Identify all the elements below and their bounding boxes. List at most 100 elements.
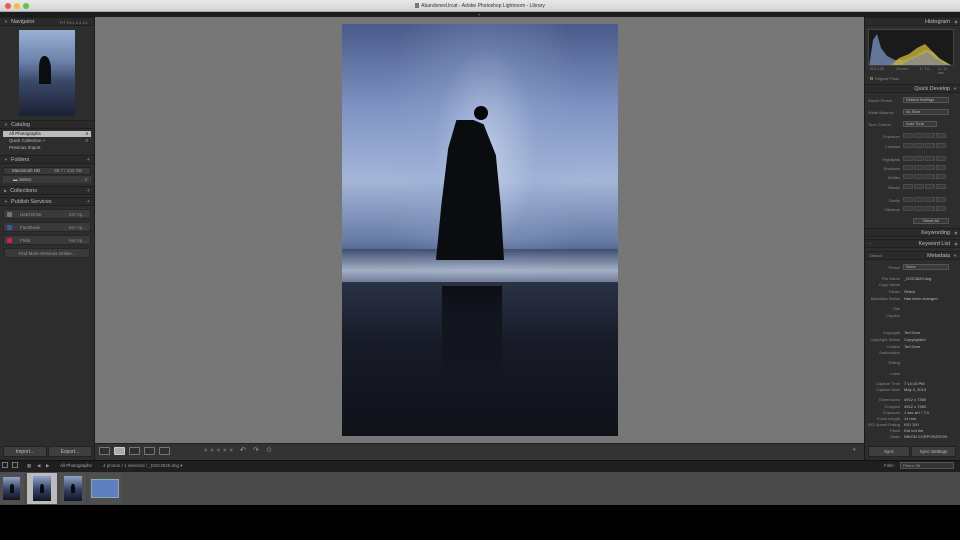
rotate-right-icon[interactable]: ↷ — [253, 446, 259, 454]
hard-drive-setup-link[interactable]: Set Up... — [68, 210, 86, 219]
meta-value-creator[interactable]: Ted Gore — [904, 344, 920, 349]
filter-label: Filter : — [884, 463, 897, 468]
qd-shadows-buttons[interactable] — [903, 165, 946, 170]
filmstrip-thumb-3[interactable] — [60, 473, 86, 504]
histogram-header[interactable]: Histogram ◀ — [865, 17, 960, 26]
loupe-view-icon[interactable] — [114, 447, 125, 455]
qd-exposure-buttons[interactable] — [903, 133, 946, 138]
tone-control-label: Tone Control — [868, 122, 891, 127]
original-photo-checkbox[interactable] — [870, 77, 873, 80]
folder-select[interactable]: ▬ Select 4 — [3, 176, 91, 183]
qd-clarity-buttons[interactable] — [903, 197, 946, 202]
navigator-preview[interactable] — [19, 30, 75, 116]
publish-service-flickr[interactable]: Flickr Set Up... — [3, 235, 91, 245]
meta-label-label: Label — [890, 371, 900, 376]
publish-service-hard-drive[interactable]: Hard Drive Set Up... — [3, 209, 91, 219]
keywording-header[interactable]: Keywording ◀ — [865, 228, 960, 237]
catalog-header[interactable]: ▼ Catalog — [0, 120, 94, 129]
folders-header[interactable]: ▼ Folders + — [0, 155, 94, 164]
meta-value-capture-time: 7:14:15 PM — [904, 381, 925, 386]
survey-view-icon[interactable] — [144, 447, 155, 455]
filmstrip-thumb-4[interactable] — [89, 473, 121, 504]
expand-triangle-icon: ◀ — [953, 230, 957, 235]
metadata-view-mode[interactable]: Default — [869, 252, 882, 260]
publish-services-header[interactable]: ▼ Publish Services + — [0, 197, 94, 206]
qd-highlights-buttons[interactable] — [903, 156, 946, 161]
import-button[interactable]: Import... — [3, 446, 47, 457]
meta-value-file-name[interactable]: _DSC3629.dng — [904, 276, 931, 281]
auto-tone-button[interactable]: Auto Tone — [903, 121, 937, 127]
volume-macintosh-hd[interactable]: Macintosh HD 95.7 / 233 GB — [3, 167, 91, 175]
spray-can-icon[interactable]: ⊙ — [266, 446, 272, 454]
qd-vibrance-buttons[interactable] — [903, 206, 946, 211]
grid-icon[interactable]: ▦ — [27, 462, 31, 470]
filmstrip-thumb-2-selected[interactable] — [27, 473, 57, 504]
people-view-icon[interactable] — [159, 447, 170, 455]
flickr-setup-link[interactable]: Set Up... — [68, 236, 86, 245]
catalog-item-previous-import[interactable]: Previous Import — [3, 145, 91, 151]
add-keyword-icon[interactable]: + — [869, 240, 871, 248]
publish-service-facebook[interactable]: Facebook Set Up... — [3, 222, 91, 232]
meta-label-metadata-status: Metadata Status — [870, 296, 900, 301]
sync-metadata-button[interactable]: Sync — [868, 446, 910, 457]
histogram-graph[interactable] — [868, 29, 954, 66]
saved-preset-dropdown[interactable]: Default Settings — [903, 97, 949, 103]
meta-value-copyright[interactable]: Ted Gore — [904, 330, 920, 335]
rating-stars[interactable]: ★★★★★ — [203, 447, 235, 454]
add-folder-icon[interactable]: + — [87, 156, 90, 164]
catalog-item-quick-collection[interactable]: Quick Collection +0 — [3, 138, 91, 144]
reset-all-button[interactable]: Reset All — [913, 218, 949, 224]
compare-view-icon[interactable] — [129, 447, 140, 455]
second-window-icon[interactable] — [12, 462, 18, 468]
catalog-item-all-photographs[interactable]: All Photographs 4 — [3, 131, 91, 137]
find-more-services-button[interactable]: Find More Services Online... — [4, 248, 90, 258]
collapse-triangle-icon: ▼ — [953, 86, 957, 91]
meta-label-iso: ISO Speed Rating — [867, 422, 900, 427]
main-photo[interactable] — [342, 24, 618, 436]
forward-arrow-icon[interactable]: ▶ — [46, 462, 49, 470]
add-publish-service-icon[interactable]: + — [87, 198, 90, 206]
toolbar-options-icon[interactable]: ▾ — [853, 447, 856, 453]
metadata-header[interactable]: Default Metadata ▼ — [865, 251, 960, 260]
collections-header[interactable]: ▶ Collections + — [0, 186, 94, 195]
qd-label-exposure: Exposure — [883, 134, 900, 139]
main-window-icon[interactable] — [2, 462, 8, 468]
meta-label-creator: Creator — [886, 344, 900, 349]
qd-label-vibrance: Vibrance — [884, 207, 900, 212]
navigator-zoom-modes[interactable]: FIT FILL 1:1 3:1 — [60, 19, 88, 27]
qd-blacks-buttons[interactable] — [903, 184, 946, 189]
saved-preset-label: Saved Preset — [868, 98, 893, 103]
grid-view-icon[interactable] — [99, 447, 110, 455]
meta-value-copyright-status[interactable]: Copyrighted — [904, 337, 926, 342]
sync-settings-button[interactable]: Sync Settings — [911, 446, 956, 457]
sea-stack-silhouette — [39, 56, 51, 84]
facebook-setup-link[interactable]: Set Up... — [68, 223, 86, 232]
facebook-icon — [7, 225, 12, 230]
thumb-image — [91, 479, 119, 498]
back-arrow-icon[interactable]: ◀ — [37, 462, 40, 470]
export-button[interactable]: Export... — [48, 446, 92, 457]
meta-label-copyright: Copyright — [882, 330, 900, 335]
white-balance-dropdown[interactable]: As Shot — [903, 109, 949, 115]
keyword-list-header[interactable]: + Keyword List ◀ — [865, 239, 960, 248]
tree-silhouette — [474, 106, 488, 120]
metadata-preset-dropdown[interactable]: None — [903, 264, 949, 270]
filmstrip-info[interactable]: 4 photos / 1 selected / _DSC3629.dng ▾ — [103, 462, 183, 470]
filmstrip-source[interactable]: All Photographs — [60, 462, 92, 470]
meta-value-cropped: 4912 x 7360 — [904, 404, 927, 409]
qd-label-highlights: Highlights — [882, 157, 900, 162]
histogram-focal: 14 mm — [896, 67, 908, 71]
meta-label-make: Make — [890, 434, 900, 439]
qd-whites-buttons[interactable] — [903, 174, 946, 179]
window-title: Abandoned.lrcat - Adobe Photoshop Lightr… — [421, 3, 545, 9]
filter-dropdown[interactable]: Filters Off — [900, 462, 954, 469]
meta-value-rating[interactable]: · · · · · — [904, 360, 915, 365]
screen-bottom — [0, 505, 960, 540]
rotate-left-icon[interactable]: ↶ — [240, 446, 246, 454]
quick-develop-header[interactable]: Quick Develop ▼ — [865, 84, 960, 93]
qd-contrast-buttons[interactable] — [903, 143, 946, 148]
filmstrip-thumb-1[interactable] — [0, 473, 24, 504]
add-collection-icon[interactable]: + — [87, 187, 90, 195]
navigator-header[interactable]: ▼ Navigator FIT FILL 1:1 3:1 — [0, 17, 94, 26]
white-balance-label: White Balance — [868, 110, 894, 115]
